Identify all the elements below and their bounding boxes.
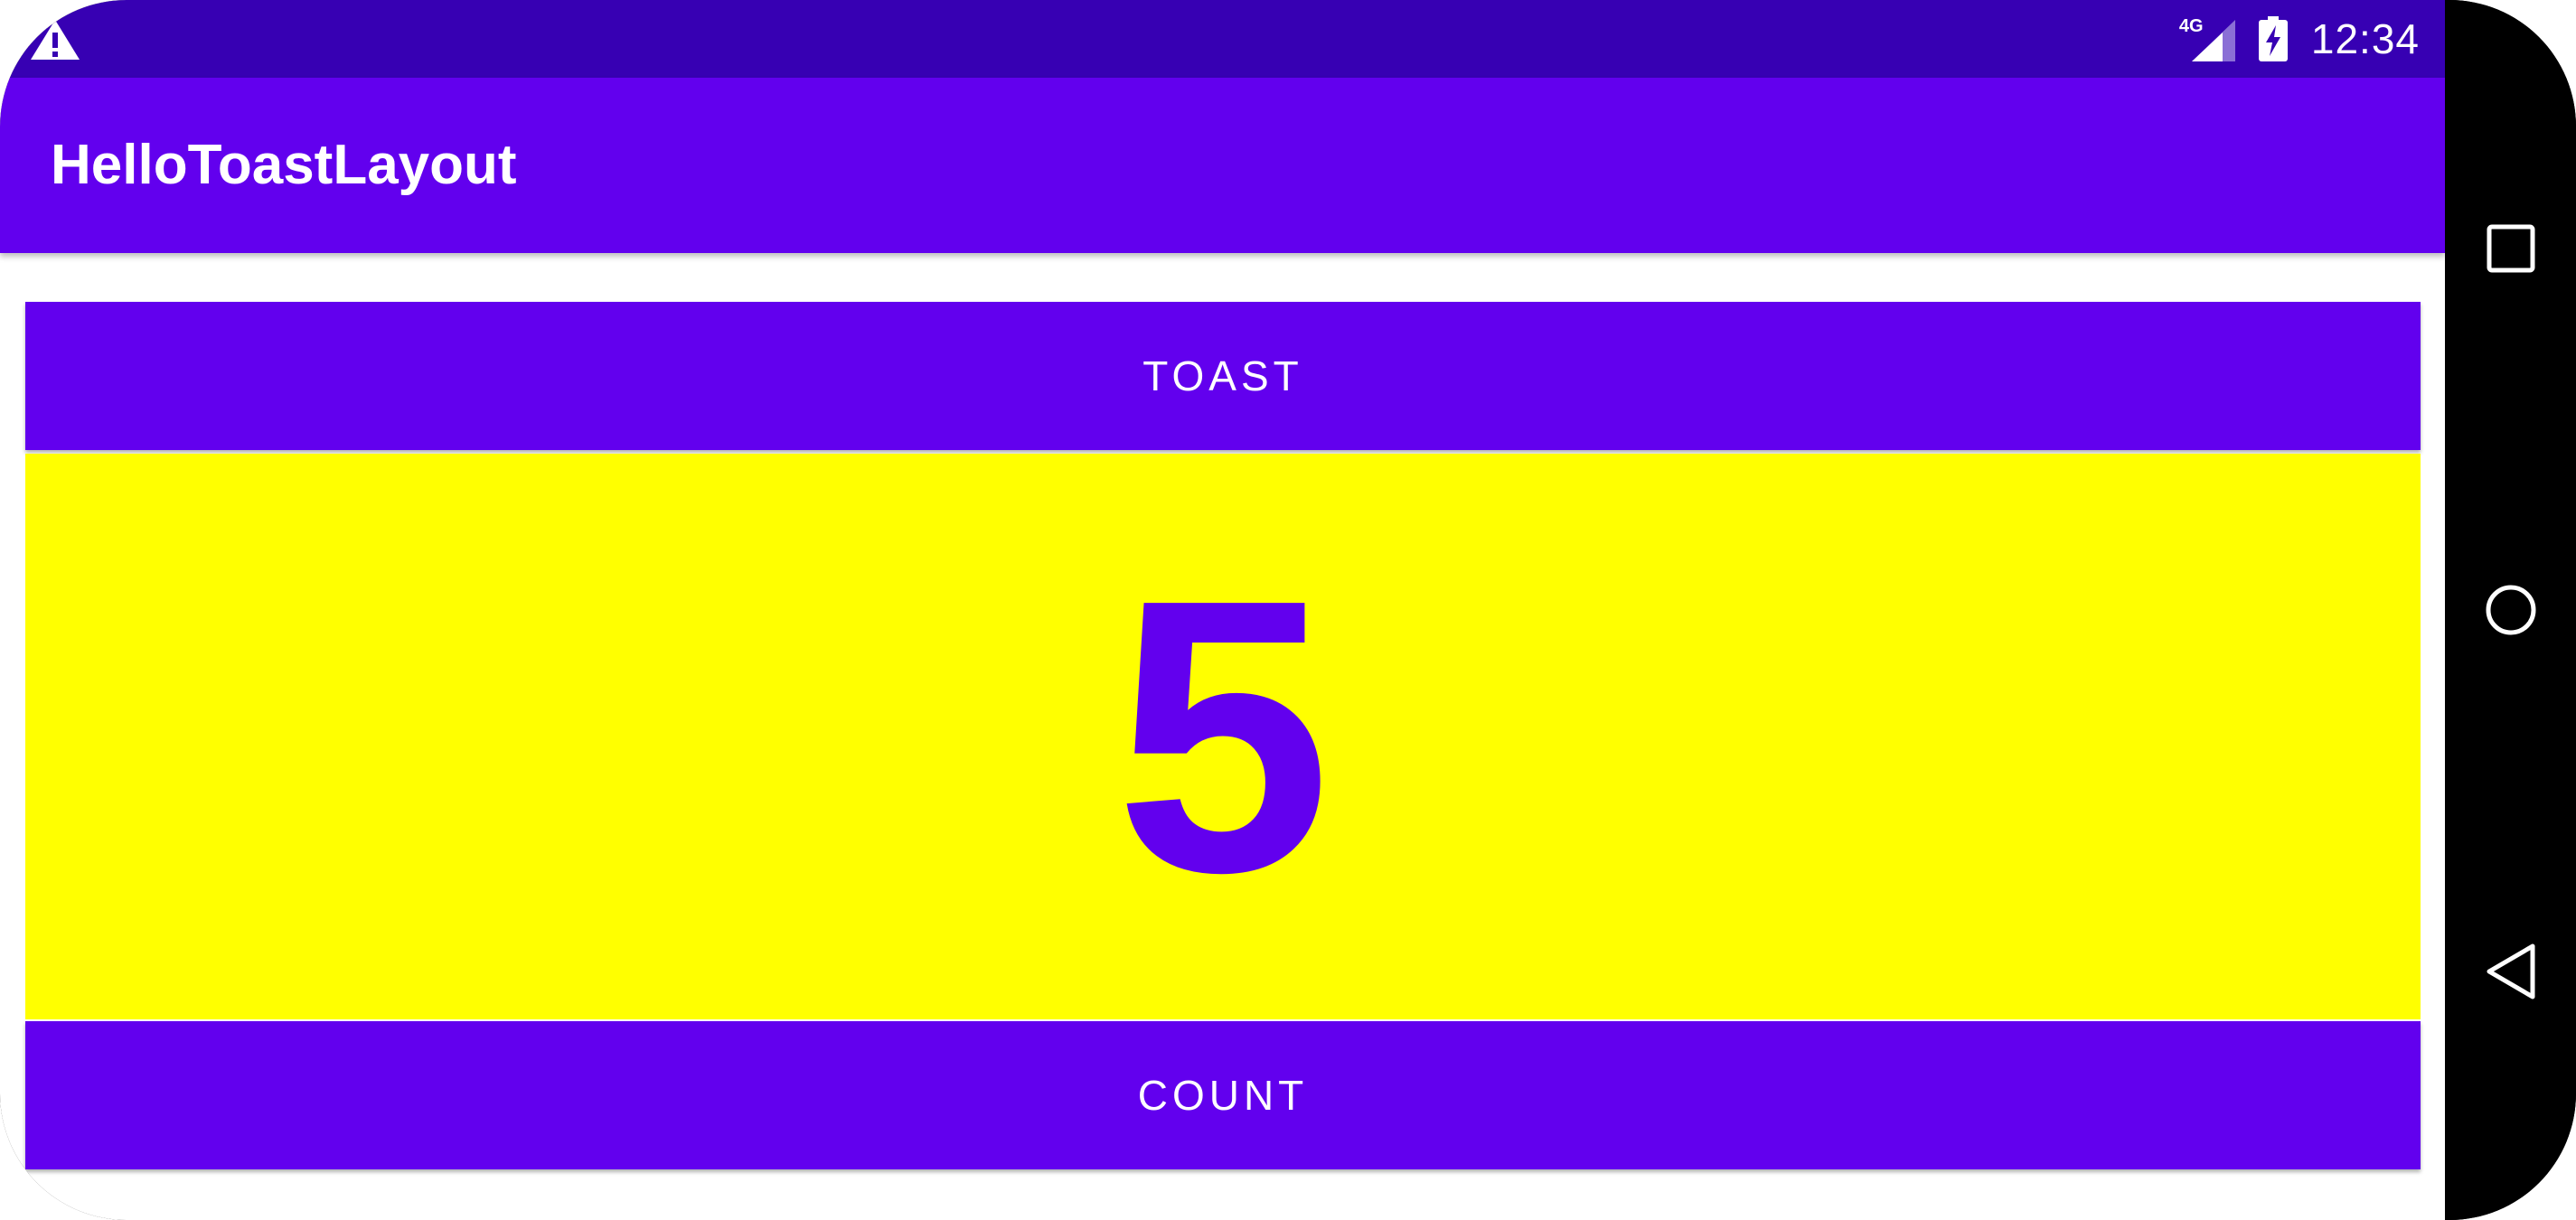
battery-charging-icon: [2258, 16, 2288, 61]
count-value: 5: [1114, 520, 1331, 953]
back-icon: [2487, 943, 2535, 999]
app-screen: 4G 12:34 HelloToastLayout TOAST 5 COUNT: [0, 0, 2445, 1220]
status-time: 12:34: [2310, 15, 2420, 62]
status-bar: 4G 12:34: [0, 0, 2445, 78]
navigation-bar: [2445, 0, 2576, 1220]
app-title: HelloToastLayout: [51, 134, 517, 196]
app-bar: HelloToastLayout: [0, 78, 2445, 253]
signal-icon: 4G: [2179, 16, 2235, 61]
recent-apps-icon: [2487, 224, 2535, 273]
home-icon: [2486, 585, 2536, 635]
warning-icon: [31, 20, 80, 60]
toast-button[interactable]: TOAST: [25, 302, 2421, 450]
status-icons: 4G 12:34: [2179, 0, 2420, 78]
back-button[interactable]: [2483, 943, 2539, 999]
home-button[interactable]: [2483, 582, 2539, 638]
recent-apps-button[interactable]: [2483, 221, 2539, 277]
count-button[interactable]: COUNT: [25, 1021, 2421, 1169]
device-frame: 4G 12:34 HelloToastLayout TOAST 5 COUNT: [0, 0, 2576, 1220]
count-display: 5: [25, 454, 2421, 1019]
